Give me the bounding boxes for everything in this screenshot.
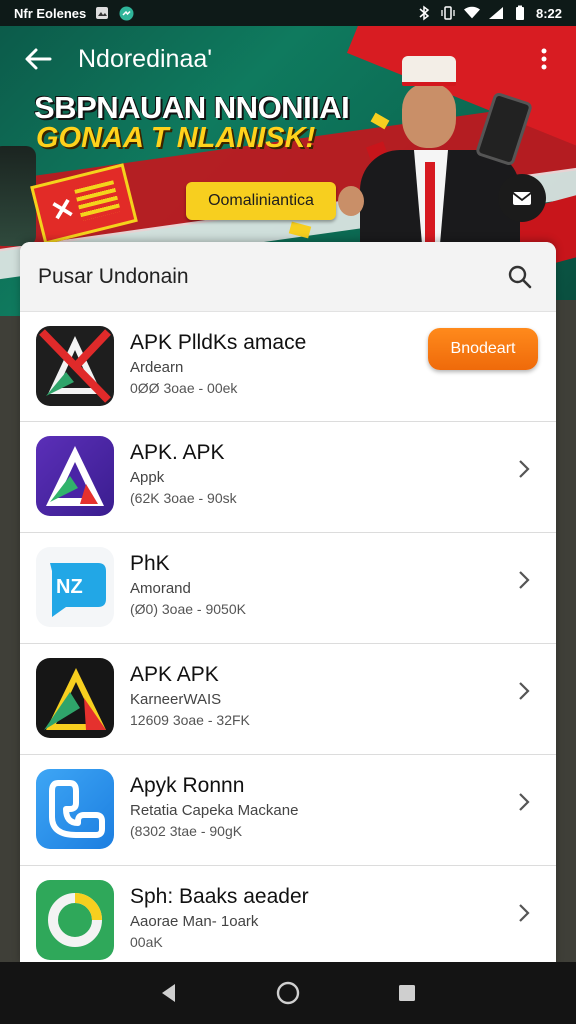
app-list-card: Pusar Undonain APK PlldKs amace Ardearn …: [20, 242, 556, 964]
list-item-app-4[interactable]: APK APK KarneerWAIS 12609 3oae - 32FK: [20, 644, 556, 755]
list-item-app-5[interactable]: Apyk Ronnn Retatia Capeka Mackane (8302 …: [20, 755, 556, 866]
promo-cta-button[interactable]: Oomaliniantica: [186, 182, 336, 220]
app-bar: Ndoredinaa': [0, 26, 576, 92]
app-meta: (62K 3oae - 90sk: [130, 490, 237, 506]
app-name: APK. APK: [130, 441, 225, 464]
app-developer: Retatia Capeka Mackane: [130, 802, 299, 819]
back-button[interactable]: [20, 41, 56, 77]
vibrate-icon: [440, 5, 456, 21]
back-icon: [162, 984, 176, 1002]
recents-icon: [398, 985, 415, 1001]
search-input[interactable]: Pusar Undonain: [38, 265, 189, 289]
close-x-icon: ✕: [47, 191, 78, 228]
app-icon-dark-triangle: [36, 658, 114, 738]
app-developer: KarneerWAIS: [130, 691, 222, 708]
search-bar[interactable]: Pusar Undonain: [20, 242, 556, 312]
envelope-icon: [512, 192, 532, 205]
more-vert-icon: [541, 48, 547, 70]
app-name: PhK: [130, 552, 170, 575]
battery-icon: [512, 5, 528, 21]
app-developer: Aaorae Man- 1oark: [130, 913, 259, 930]
messenger-icon: [118, 5, 134, 21]
app-meta: 12609 3oae - 32FK: [130, 712, 250, 728]
app-icon-green-ring: [36, 880, 114, 960]
chevron-right-icon: [514, 678, 534, 704]
list-item-app-6[interactable]: Sph: Baaks aeader Aaorae Man- 1oark 00aK: [20, 866, 556, 964]
chevron-right-icon: [514, 567, 534, 593]
app-developer: Amorand: [130, 580, 191, 597]
nav-recents-button[interactable]: [387, 973, 427, 1013]
chevron-right-icon: [514, 900, 534, 926]
app-developer: Ardearn: [130, 359, 184, 376]
app-meta: 0ØØ 3oae - 00ek: [130, 380, 238, 396]
list-item-app-1[interactable]: APK PlldKs amace Ardearn 0ØØ 3oae - 00ek…: [20, 312, 556, 422]
app-meta: 00aK: [130, 934, 163, 950]
bluetooth-icon: [416, 5, 432, 21]
background-panel: [0, 316, 20, 962]
app-name: APK PlldKs amace: [130, 331, 307, 354]
nav-home-button[interactable]: [268, 973, 308, 1013]
promo-headline: SBPNAUAN NNONIIAI: [34, 90, 350, 125]
background-panel: [556, 300, 576, 962]
app-meta: (8302 3tae - 90gK: [130, 823, 243, 839]
app-icon-dark-red-cross: [36, 326, 114, 406]
status-bar: Nfr Eolenes 8:22: [0, 0, 576, 26]
app-name: Sph: Baaks aeader: [130, 885, 309, 908]
list-item-app-3[interactable]: NZ PhK Amorand (Ø0) 3oae - 9050K: [20, 533, 556, 644]
page-title: Ndoredinaa': [78, 44, 213, 73]
app-icon-blue-chat: NZ: [36, 547, 114, 627]
arrow-left-icon: [25, 48, 52, 70]
chevron-right-icon: [514, 456, 534, 482]
app-developer: Appk: [130, 469, 165, 486]
app-list: APK PlldKs amace Ardearn 0ØØ 3oae - 00ek…: [20, 312, 556, 964]
app-icon-purple-triangle: [36, 436, 114, 516]
badge-stripes: [74, 180, 121, 222]
app-name: APK APK: [130, 663, 219, 686]
app-meta: (Ø0) 3oae - 9050K: [130, 601, 246, 617]
app-icon-blue-phone: [36, 769, 114, 849]
gallery-icon: [94, 5, 110, 21]
system-nav-bar: [0, 962, 576, 1024]
home-icon: [276, 981, 300, 1005]
wifi-icon: [463, 5, 480, 21]
search-button[interactable]: [502, 259, 538, 295]
app-name: Apyk Ronnn: [130, 774, 245, 797]
promo-action-button[interactable]: [498, 174, 546, 222]
nav-back-button[interactable]: [149, 973, 189, 1013]
install-button[interactable]: Bnodeart: [428, 328, 538, 370]
bottle-image: [0, 146, 36, 246]
overflow-menu-button[interactable]: [532, 41, 556, 77]
carrier-label: Nfr Eolenes: [14, 5, 87, 21]
svg-text:NZ: NZ: [56, 576, 83, 598]
clock: 8:22: [535, 5, 562, 21]
list-item-app-2[interactable]: APK. APK Appk (62K 3oae - 90sk: [20, 422, 556, 533]
search-icon: [508, 265, 532, 288]
chevron-right-icon: [514, 789, 534, 815]
promo-subheadline: GONAA T NLANISK!: [36, 122, 316, 154]
signal-icon: [488, 5, 504, 21]
